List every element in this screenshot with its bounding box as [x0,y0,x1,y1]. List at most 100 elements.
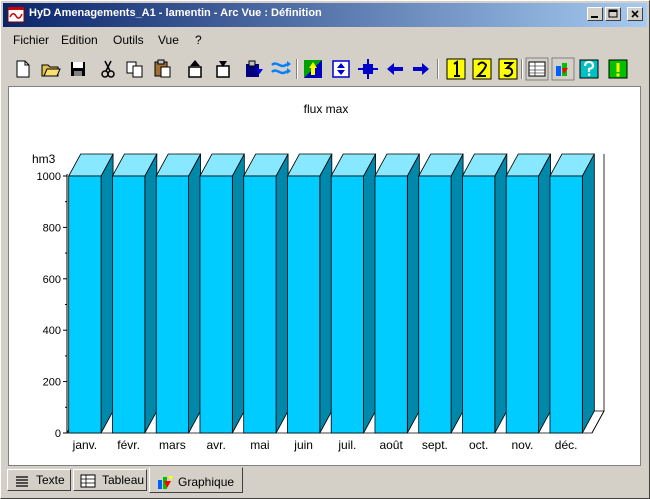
view-1-button[interactable] [444,57,468,81]
bar-side [188,153,201,434]
import-icon [246,60,263,77]
bar-group [68,153,114,434]
bar-group [330,153,377,434]
move-up-icon [188,60,202,78]
close-button[interactable] [627,7,643,21]
tab-texte[interactable]: Texte [7,469,71,491]
bar-group [461,153,508,434]
color-up-icon [304,60,322,78]
bar-group [111,153,158,434]
view-3-icon [498,58,518,80]
chart-view-button[interactable] [551,57,575,81]
y-axis-label: hm3 [32,152,56,166]
menu-vue[interactable]: Vue [158,33,179,47]
tab-tableau-label: Tableau [102,473,145,487]
bar-side [363,153,376,434]
chart-panel: flux max hm3 0 200 400 600 800 1000 janv. févr. ma… [8,86,641,466]
bar-side [100,153,114,434]
cut-button[interactable] [96,57,120,81]
y-tick-label: 200 [43,377,61,389]
x-tick-label: avr. [206,438,225,452]
x-tick-label: déc. [555,438,578,452]
bar [549,175,583,434]
table-view-button[interactable] [525,57,549,81]
chart-title: flux max [304,102,349,116]
app-icon [7,7,25,23]
select-icon [358,59,378,79]
move-down-button[interactable] [211,57,235,81]
x-tick-label: oct. [469,438,488,452]
swap-button[interactable] [269,57,293,81]
bar-group [199,153,246,434]
help-icon [579,59,599,79]
back-button[interactable] [383,57,407,81]
tab-graphique[interactable]: Graphique [149,467,243,493]
tab-texte-label: Texte [36,473,65,487]
y-tick-label: 600 [43,274,61,286]
new-button[interactable] [11,57,35,81]
menu-edition[interactable]: Edition [61,33,98,47]
new-file-icon [16,60,30,78]
y-tick-label: 400 [43,325,61,337]
x-tick-label: mai [250,438,269,452]
expand-icon [332,60,350,78]
select-button[interactable] [356,57,380,81]
toolbar-separator [437,59,439,79]
color-up-button[interactable] [301,57,325,81]
bar-group [286,153,333,434]
paste-button[interactable] [150,57,174,81]
table-icon [80,474,96,488]
x-tick-label: janv. [72,438,97,452]
bar-side [406,153,420,434]
help-button[interactable] [577,57,601,81]
copy-button[interactable] [123,57,147,81]
y-tick-label: 800 [43,222,61,234]
bar [287,175,321,434]
forward-button[interactable] [409,57,433,81]
bar [68,175,102,434]
menu-outils[interactable]: Outils [113,33,144,47]
swap-icon [271,61,291,75]
info-button[interactable] [606,57,630,81]
menu-help[interactable]: ? [195,33,202,47]
save-button[interactable] [66,57,90,81]
view-2-icon [472,58,492,80]
bar [112,175,146,434]
toolbar-separator [521,59,523,79]
toolbar [3,53,647,85]
bar [462,175,496,434]
table-view-icon [525,57,549,81]
close-icon [631,10,639,18]
bar-group [243,153,289,434]
bar [155,175,189,434]
cut-icon [101,60,115,78]
bar-side [144,153,158,434]
toolbar-separator [296,59,298,79]
bar-side [231,153,245,434]
bar [199,175,233,434]
arrow-right-icon [413,63,429,75]
open-button[interactable] [39,57,63,81]
bar [243,175,277,434]
view-2-button[interactable] [470,57,494,81]
paste-icon [154,59,171,78]
view-3-button[interactable] [496,57,520,81]
expand-button[interactable] [329,57,353,81]
view-tabs: Texte Tableau Graphique [5,467,645,495]
import-button[interactable] [242,57,266,81]
bar-group [374,153,421,434]
tab-tableau[interactable]: Tableau [73,469,147,491]
bar-side [319,153,333,434]
move-up-button[interactable] [183,57,207,81]
bar-side [450,153,464,434]
move-down-icon [216,61,230,78]
bar [374,175,408,434]
save-icon [71,62,85,76]
x-tick-label: mars [159,438,186,452]
bar-group [418,153,464,434]
minimize-button[interactable] [587,7,603,21]
bar-side [275,153,289,434]
maximize-button[interactable] [605,7,621,21]
title-bar[interactable]: HyD Amenagements_A1 - lamentin - Arc Vue… [3,3,647,27]
menu-fichier[interactable]: Fichier [13,33,49,47]
